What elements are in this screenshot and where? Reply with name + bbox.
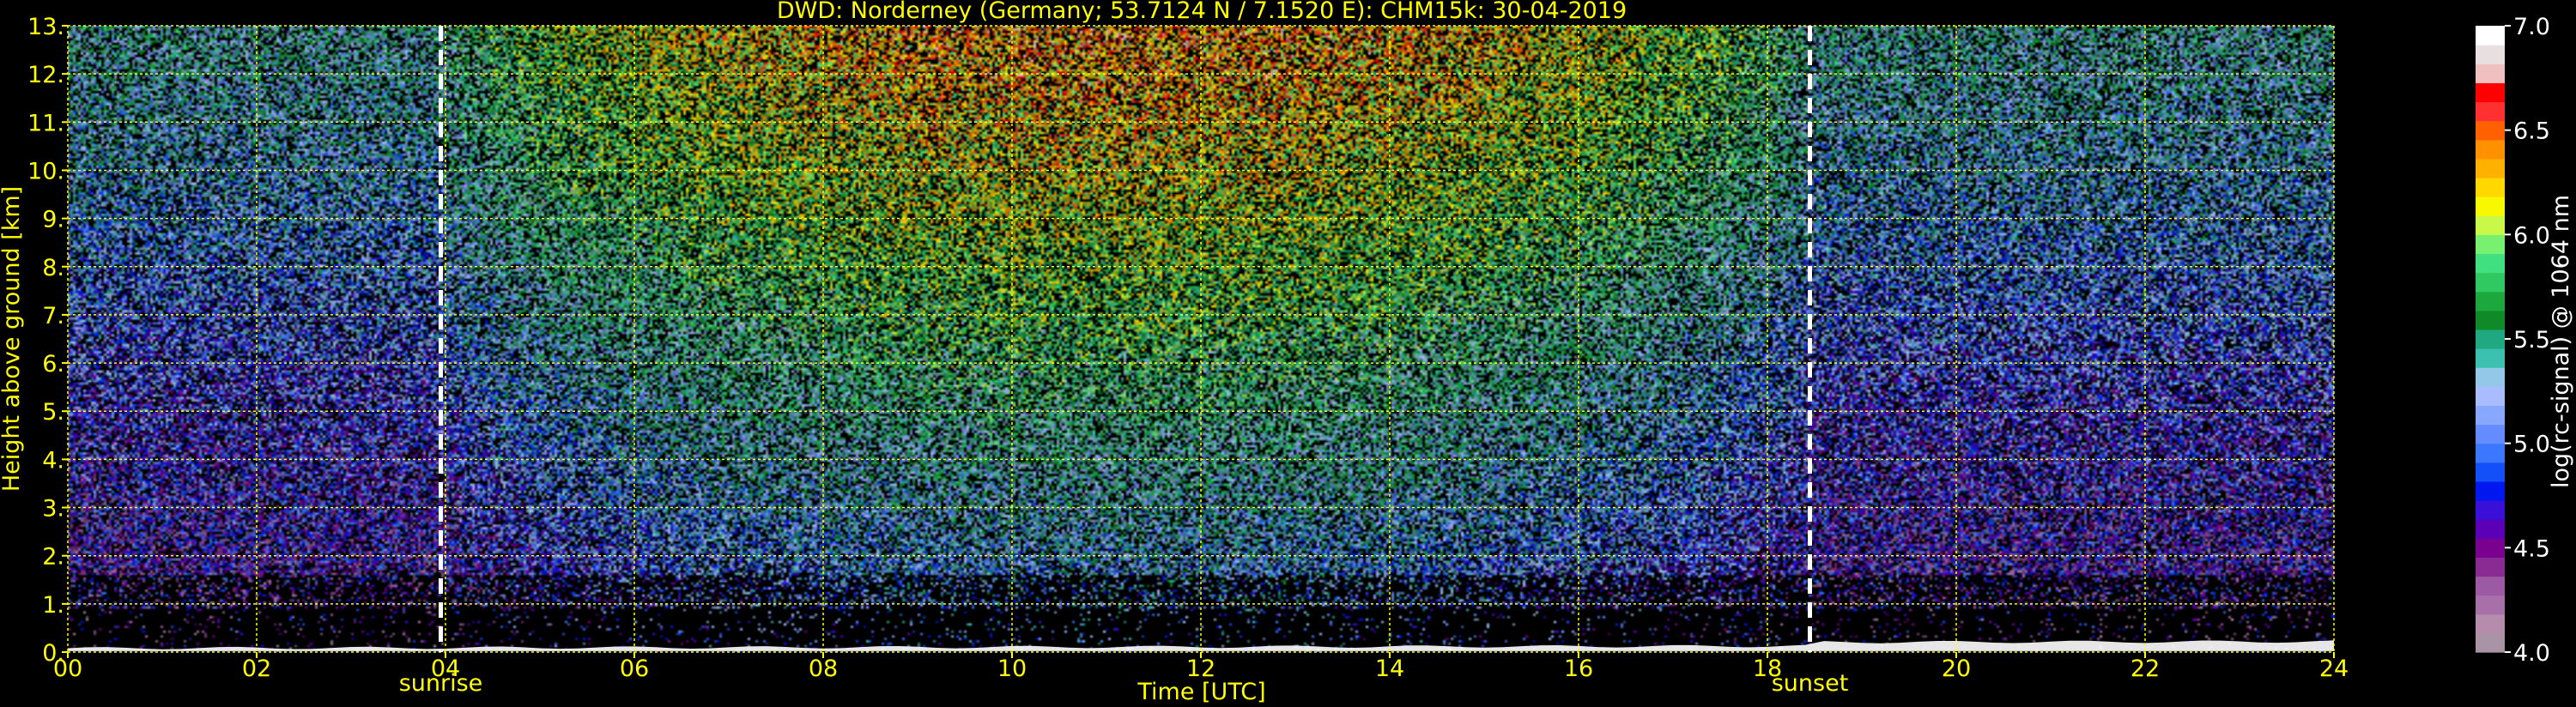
y-tick-label: 11. <box>27 110 64 136</box>
colorbar-swatch <box>2476 348 2505 368</box>
y-tick-label: 2. <box>42 544 64 571</box>
colorbar-swatch <box>2476 101 2505 122</box>
chart-title: DWD: Norderney (Germany; 53.7124 N / 7.1… <box>777 0 1627 24</box>
colorbar-swatch <box>2476 519 2505 539</box>
colorbar-swatch <box>2476 310 2505 330</box>
colorbar-swatch <box>2476 272 2505 293</box>
colorbar-swatch <box>2476 480 2505 501</box>
colorbar-swatch <box>2476 405 2505 426</box>
colorbar-swatch <box>2476 234 2505 255</box>
colorbar-swatch <box>2476 253 2505 274</box>
x-tick-label: 02 <box>242 656 271 682</box>
colorbar-swatch <box>2476 139 2505 160</box>
y-tick-label: 13. <box>27 14 64 40</box>
y-axis-label: Height above ground [km] <box>0 186 25 492</box>
colorbar-swatch <box>2476 576 2505 596</box>
colorbar-swatch <box>2476 158 2505 178</box>
x-tick-label: 20 <box>1942 656 1971 682</box>
colorbar-swatch <box>2476 63 2505 83</box>
x-axis-label: Time [UTC] <box>1136 679 1265 705</box>
colorbar-tick-label: 6.5 <box>2513 118 2550 145</box>
colorbar-swatch <box>2476 500 2505 520</box>
colorbar-swatch <box>2476 595 2505 615</box>
colorbar-swatch <box>2476 177 2505 197</box>
colorbar-swatch <box>2476 443 2505 463</box>
colorbar-swatch <box>2476 291 2505 311</box>
y-tick-label: 7. <box>42 303 64 329</box>
colorbar-swatch <box>2476 613 2505 634</box>
colorbar-swatch <box>2476 196 2505 216</box>
colorbar-swatch <box>2476 45 2505 64</box>
colorbar-swatch <box>2476 557 2505 577</box>
colorbar-swatch <box>2476 386 2505 407</box>
x-tick-label: 16 <box>1564 656 1593 682</box>
colorbar-swatch <box>2476 462 2505 482</box>
x-tick-label: 10 <box>997 656 1027 682</box>
y-tick-label: 4. <box>42 447 64 474</box>
y-tick-label: 0. <box>42 640 64 667</box>
colorbar-swatch <box>2476 120 2505 141</box>
y-tick-label: 6. <box>42 351 64 378</box>
y-tick-label: 3. <box>42 496 64 523</box>
colorbar-tick-label: 5.0 <box>2513 432 2550 458</box>
y-tick-label: 9. <box>42 207 64 233</box>
colorbar-label: log(rc-signal) @ 1064 nm <box>2548 195 2574 488</box>
colorbar-swatch <box>2476 82 2505 103</box>
ceilometer-chart: DWD: Norderney (Germany; 53.7124 N / 7.1… <box>0 0 2576 707</box>
colorbar-swatch <box>2476 632 2505 653</box>
x-tick-label: 22 <box>2131 656 2160 682</box>
x-tick-label: 06 <box>620 656 649 682</box>
colorbar-swatch <box>2476 424 2505 444</box>
colorbar-swatch <box>2476 538 2505 558</box>
colorbar-tick-label: 5.5 <box>2513 327 2550 354</box>
y-tick-label: 12. <box>27 62 64 88</box>
colorbar-swatch <box>2476 329 2505 349</box>
y-tick-label: 5. <box>42 399 64 426</box>
marker-label-sunset: sunset <box>1772 670 1849 697</box>
colorbar-swatch <box>2476 367 2505 387</box>
y-tick-label: 10. <box>27 158 64 184</box>
colorbar-tick-label: 6.0 <box>2513 222 2550 249</box>
x-tick-label: 08 <box>809 656 838 682</box>
x-tick-label: 04 <box>431 656 460 682</box>
colorbar-swatch <box>2476 215 2505 235</box>
x-tick-label: 14 <box>1375 656 1404 682</box>
y-tick-label: 1. <box>42 592 64 619</box>
y-tick-label: 8. <box>42 255 64 281</box>
colorbar-tick-label: 7.0 <box>2513 14 2550 40</box>
colorbar-tick-label: 4.5 <box>2513 535 2550 562</box>
colorbar-swatch <box>2476 26 2505 45</box>
x-tick-label: 24 <box>2319 656 2349 682</box>
x-tick-label: 18 <box>1753 656 1782 682</box>
colorbar-tick-label: 4.0 <box>2513 640 2550 667</box>
chart-svg: DWD: Norderney (Germany; 53.7124 N / 7.1… <box>0 0 2576 707</box>
